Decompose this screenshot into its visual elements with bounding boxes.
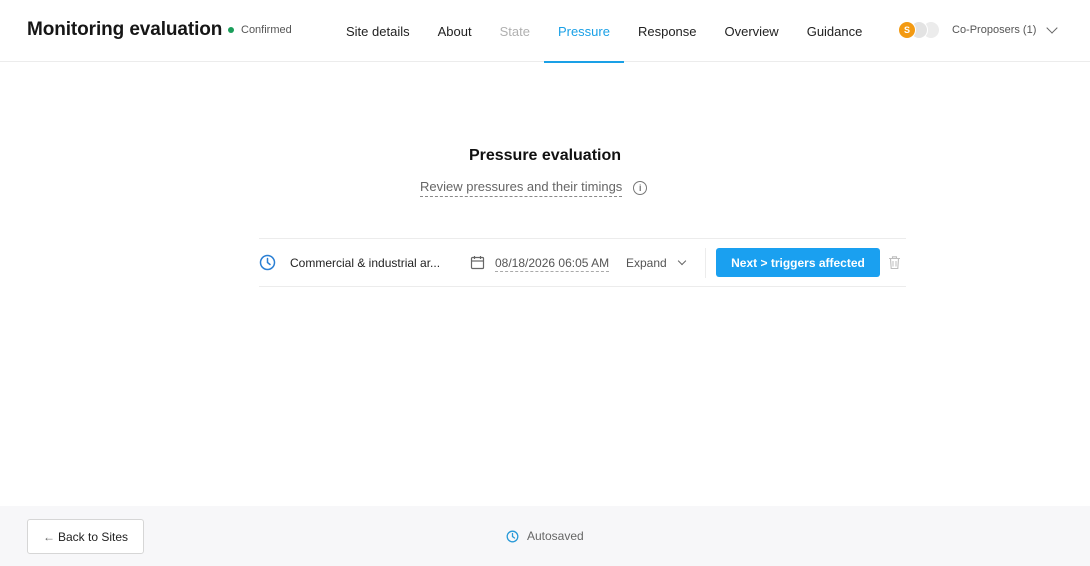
tab-state: State xyxy=(499,23,530,39)
status-badge: Confirmed xyxy=(228,24,292,36)
arrow-left-icon: ← xyxy=(42,529,55,544)
back-to-sites-button[interactable]: ← Back to Sites xyxy=(27,519,144,554)
autosave-label: Autosaved xyxy=(527,529,584,543)
expand-toggle[interactable]: Expand xyxy=(626,256,686,270)
tab-guidance[interactable]: Guidance xyxy=(793,0,877,62)
tab-pressure[interactable]: Pressure xyxy=(543,0,624,63)
top-header: Monitoring evaluation Confirmed Site det… xyxy=(0,0,1090,63)
page-title: Monitoring evaluation xyxy=(27,19,223,40)
divider xyxy=(705,248,706,278)
clock-icon xyxy=(259,254,276,271)
section-subtitle: Review pressures and their timings i xyxy=(420,179,648,197)
footer-bar: ← Back to Sites Autosaved xyxy=(0,506,1090,566)
tab-response[interactable]: Response xyxy=(624,0,711,62)
next-triggers-button[interactable]: Next > triggers affected xyxy=(716,248,880,277)
pressure-name: Commercial & industrial ar... xyxy=(290,256,441,270)
co-proposers-dropdown[interactable]: S Co-Proposers (1) xyxy=(898,21,1059,39)
expand-label: Expand xyxy=(626,256,667,270)
status-dot-icon xyxy=(228,27,234,33)
co-proposers-label: Co-Proposers (1) xyxy=(952,24,1037,36)
autosave-status: Autosaved xyxy=(506,529,584,543)
tab-site-details[interactable]: Site details xyxy=(332,0,424,62)
calendar-icon[interactable] xyxy=(470,255,485,270)
pressure-row: Commercial & industrial ar... 08/18/2026… xyxy=(259,238,906,287)
tab-about[interactable]: About xyxy=(424,0,486,62)
tab-bar: Site details About State Pressure Respon… xyxy=(332,0,877,63)
info-icon[interactable]: i xyxy=(633,181,648,195)
chevron-down-icon xyxy=(677,256,686,266)
status-label: Confirmed xyxy=(241,24,292,36)
trash-icon[interactable] xyxy=(888,255,901,270)
pressure-date-input[interactable]: 08/18/2026 06:05 AM xyxy=(495,256,610,272)
avatar-group: S xyxy=(898,21,944,39)
back-button-label: Back to Sites xyxy=(57,529,129,544)
chevron-down-icon xyxy=(1046,21,1059,34)
tab-overview[interactable]: Overview xyxy=(711,0,793,62)
clock-icon xyxy=(506,530,519,542)
avatar: S xyxy=(898,21,916,39)
section-title: Pressure evaluation xyxy=(468,147,622,164)
subtitle-text: Review pressures and their timings xyxy=(420,179,623,197)
